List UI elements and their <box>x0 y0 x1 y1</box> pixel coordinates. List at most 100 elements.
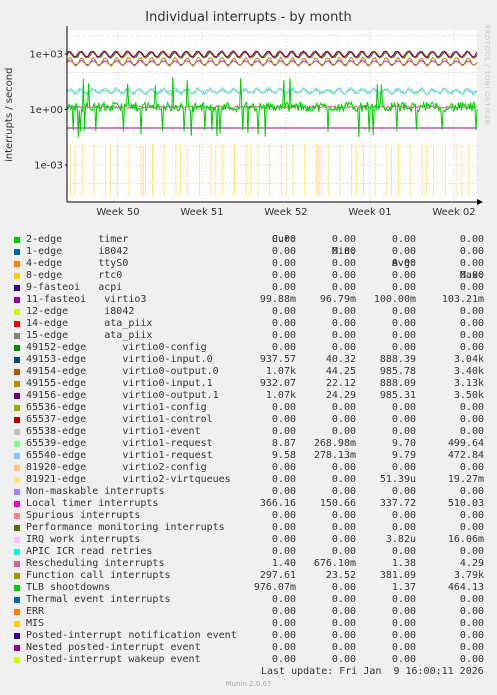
legend-row: Performance monitoring interrupts 0.00 0.0… <box>0 522 497 534</box>
legend-min-value: 24.29 <box>325 390 356 401</box>
legend-cur-value: 0.00 <box>271 282 296 293</box>
legend-cur-value: 0.00 <box>271 510 296 521</box>
legend-series-name: Thermal event interrupts <box>26 594 171 605</box>
legend-row: Thermal event interrupts 0.00 0.00 0.00 0.00 <box>0 594 497 606</box>
legend-row: 81921-edge virtio2-virtqueues 0.00 0.00 51.… <box>0 474 497 486</box>
legend-series-name: 15-edge ata_piix <box>26 330 153 341</box>
legend-swatch <box>14 585 20 591</box>
legend-max-value: 0.00 <box>459 642 484 653</box>
legend-min-value: 150.66 <box>319 498 356 509</box>
legend-series-name: 65538-edge virtio1-event <box>26 426 201 437</box>
legend-avg-value: 0.00 <box>391 426 416 437</box>
chart-area: 1e+03 1e+00 1e-03 Week 50 Week 51 Week 52 Week… <box>29 26 483 218</box>
legend-avg-value: 337.72 <box>379 498 416 509</box>
legend-min-value: 278.13m <box>313 450 356 461</box>
legend-max-value: 0.00 <box>459 426 484 437</box>
legend-min-value: 0.00 <box>331 474 356 485</box>
legend-cur-value: 0.00 <box>271 318 296 329</box>
legend-avg-value: 100.00m <box>373 294 416 305</box>
legend-swatch <box>14 465 20 471</box>
legend-min-value: 0.00 <box>331 630 356 641</box>
legend-min-value: 0.00 <box>331 270 356 281</box>
legend-min-value: 0.00 <box>331 594 356 605</box>
legend-min-value: 676.10m <box>313 558 356 569</box>
legend-series-name: Local timer interrupts <box>26 498 159 509</box>
legend-series-name: ERR <box>26 606 45 617</box>
legend-avg-value: 888.09 <box>379 378 416 389</box>
legend-min-value: 0.00 <box>331 258 356 269</box>
legend-row: Non-maskable interrupts 0.00 0.00 0.00 0.00 <box>0 486 497 498</box>
legend-avg-value: 0.00 <box>391 606 416 617</box>
legend-min-value: 0.00 <box>331 246 356 257</box>
legend-swatch <box>14 369 20 375</box>
legend-swatch <box>14 261 20 267</box>
legend-swatch <box>14 633 20 639</box>
legend-series-name: 65536-edge virtio1-config <box>26 402 207 413</box>
legend-min-value: 0.00 <box>331 522 356 533</box>
legend-cur-value: 0.00 <box>271 462 296 473</box>
legend-avg-value: 0.00 <box>391 282 416 293</box>
legend-max-value: 0.00 <box>459 486 484 497</box>
legend-avg-value: 1.38 <box>391 558 416 569</box>
legend-cur-value: 0.00 <box>271 522 296 533</box>
legend-max-value: 3.40k <box>453 366 484 377</box>
legend-swatch <box>14 573 20 579</box>
legend-cur-value: 976.07m <box>253 582 296 593</box>
legend-max-value: 0.00 <box>459 654 484 665</box>
legend-series-name: 49152-edge virtio0-config <box>26 342 207 353</box>
legend-row: 9-fasteoi acpi 0.00 0.00 0.00 0.00 <box>0 282 497 294</box>
legend-max-value: 510.03 <box>447 498 484 509</box>
legend-cur-value: 297.61 <box>259 570 296 581</box>
legend-cur-value: 0.00 <box>271 342 296 353</box>
legend-swatch <box>14 429 20 435</box>
legend-cur-value: 0.00 <box>271 606 296 617</box>
legend-min-value: 40.32 <box>325 354 356 365</box>
legend-swatch <box>14 489 20 495</box>
legend-max-value: 3.79k <box>453 570 484 581</box>
legend-row: 12-edge i8042 0.00 0.00 0.00 0.00 <box>0 306 497 318</box>
legend-row: Local timer interrupts 366.16 150.66 337.72… <box>0 498 497 510</box>
legend-max-value: 0.00 <box>459 630 484 641</box>
legend-avg-value: 1.37 <box>391 582 416 593</box>
legend-row: Nested posted-interrupt event 0.00 0.00 0.0… <box>0 642 497 654</box>
legend-cur-value: 99.88m <box>259 294 296 305</box>
legend-min-value: 0.00 <box>331 606 356 617</box>
legend-row: 49152-edge virtio0-config 0.00 0.00 0.00 0.0… <box>0 342 497 354</box>
legend-row: 2-edge timer 0.00 0.00 0.00 0.00 <box>0 234 497 246</box>
legend-swatch <box>14 297 20 303</box>
legend-series-name: Performance monitoring interrupts <box>26 522 225 533</box>
legend-cur-value: 932.07 <box>259 378 296 389</box>
legend-cur-value: 0.00 <box>271 414 296 425</box>
legend-series-name: 9-fasteoi acpi <box>26 282 123 293</box>
legend-series-name: 8-edge rtc0 <box>26 270 123 281</box>
legend-series-name: 81921-edge virtio2-virtqueues <box>26 474 231 485</box>
legend-series-name: 65537-edge virtio1-control <box>26 414 213 425</box>
legend-row: 49153-edge virtio0-input.0 937.57 40.32 888… <box>0 354 497 366</box>
legend-series-name: APIC ICR read retries <box>26 546 153 557</box>
legend-avg-value: 9.79 <box>391 450 416 461</box>
legend-row: 49156-edge virtio0-output.1 1.07k 24.29 985… <box>0 390 497 402</box>
legend-swatch <box>14 453 20 459</box>
legend-row: 14-edge ata_piix 0.00 0.00 0.00 0.00 <box>0 318 497 330</box>
legend-avg-value: 0.00 <box>391 414 416 425</box>
legend-cur-value: 0.00 <box>271 534 296 545</box>
legend-max-value: 0.00 <box>459 330 484 341</box>
legend-swatch <box>14 273 20 279</box>
legend-cur-value: 0.00 <box>271 402 296 413</box>
legend-series-name: Function call interrupts <box>26 570 171 581</box>
legend-series-name: MIS <box>26 618 45 629</box>
legend-swatch <box>14 525 20 531</box>
legend-row: 65536-edge virtio1-config 0.00 0.00 0.00 0.0… <box>0 402 497 414</box>
legend-cur-value: 0.00 <box>271 270 296 281</box>
x-axis-arrow <box>477 199 483 205</box>
y-tick-label: 1e+00 <box>29 105 63 116</box>
legend-min-value: 0.00 <box>331 402 356 413</box>
legend-series-name: IRQ work interrupts <box>26 534 141 545</box>
legend-min-value: 44.25 <box>325 366 356 377</box>
legend-cur-value: 0.00 <box>271 654 296 665</box>
legend-swatch <box>14 417 20 423</box>
legend-swatch <box>14 537 20 543</box>
legend-row: 65537-edge virtio1-control 0.00 0.00 0.00 0.… <box>0 414 497 426</box>
legend-row: 49154-edge virtio0-output.0 1.07k 44.25 985… <box>0 366 497 378</box>
last-update: Last update: Fri Jan 9 16:00:11 2026 <box>261 666 484 677</box>
